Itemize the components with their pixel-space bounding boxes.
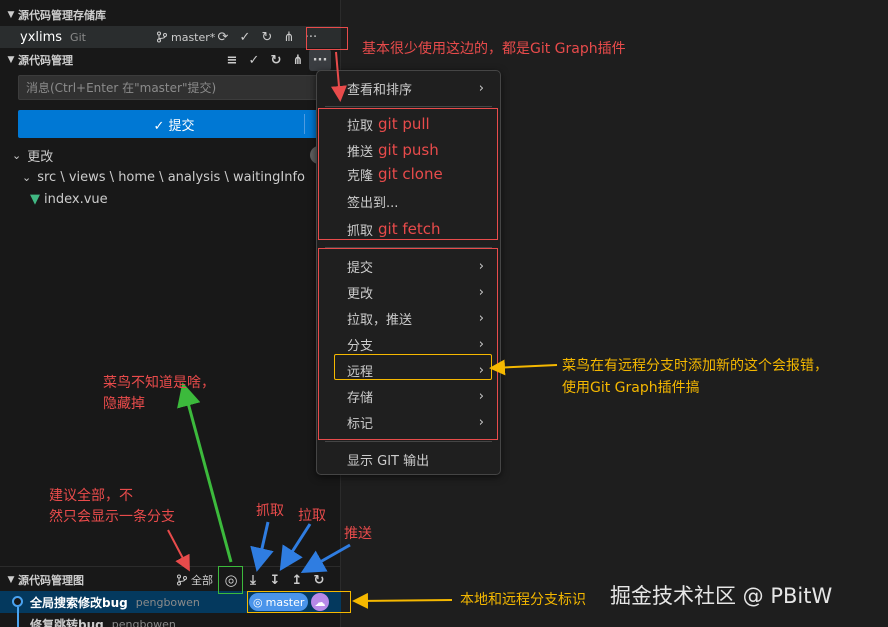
annotation-push: 推送	[344, 526, 372, 542]
annotation-fetch: 抓取	[256, 503, 284, 519]
annotation-arrows	[167, 51, 558, 609]
annotation-branch-mark: 本地和远程分支标识	[460, 592, 586, 608]
annotation-top: 基本很少使用这边的，都是Git Graph插件	[362, 41, 626, 57]
annotation-remote-2: 使用Git Graph插件搞	[562, 380, 700, 396]
annotation-unknown-2: 隐藏掉	[103, 396, 145, 412]
annotation-remote-1: 菜鸟在有远程分支时添加新的这个会报错，	[562, 358, 828, 374]
annotation-all-1: 建议全部，不	[49, 488, 133, 504]
annotation-pull: 拉取	[298, 508, 326, 524]
watermark: 掘金技术社区 @ PBitW	[610, 584, 833, 608]
annotation-unknown-1: 菜鸟不知道是啥，	[103, 375, 215, 391]
annotation-all-2: 然只会显示一条分支	[49, 509, 175, 525]
